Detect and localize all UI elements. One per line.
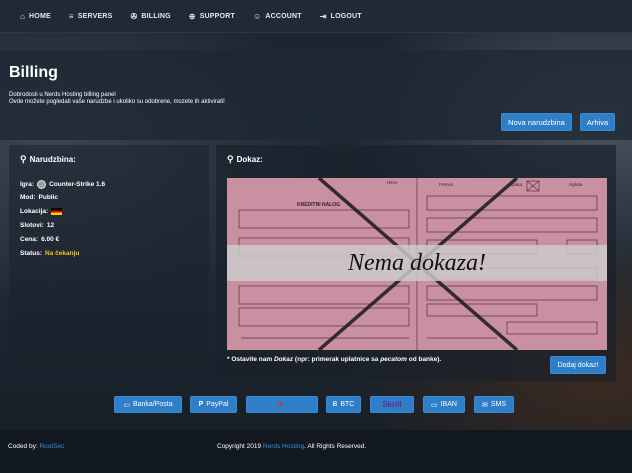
- nav-servers[interactable]: ≡ SERVERS: [69, 12, 113, 21]
- pay-paypal-label: PayPal: [206, 401, 229, 408]
- nav-billing-label: BILLING: [141, 12, 171, 20]
- proof-note: * Ostavite nam Dokaz (npr: primerak upla…: [227, 356, 441, 363]
- slip-label-prenos: Prenos: [439, 182, 454, 187]
- price-label: Cena:: [20, 236, 39, 243]
- slots-value: 12: [46, 222, 55, 229]
- status-label: Status:: [20, 250, 43, 257]
- status-badge: Na čekanju: [45, 250, 80, 257]
- intro-text-1: Dobrodosli u Nerds Hosting billing panel: [9, 92, 116, 98]
- archive-button[interactable]: Arhiva: [580, 113, 615, 131]
- add-proof-button[interactable]: Dodaj dokaz!: [550, 356, 606, 374]
- germany-flag-icon: [51, 208, 63, 215]
- order-section-title: ⚲ Narudzbina:: [20, 154, 76, 165]
- paypal-icon: P: [198, 401, 204, 408]
- game-value: Counter-Strike 1.6: [49, 181, 106, 188]
- nav-support-label: SUPPORT: [199, 12, 235, 20]
- game-label: Igra:: [20, 181, 35, 188]
- nav-home-label: HOME: [29, 12, 51, 20]
- order-mod-row: Mod: Public: [20, 194, 58, 201]
- footer: [0, 430, 632, 473]
- order-title-text: Narudzbina:: [29, 155, 76, 164]
- copyright-prefix: Copyright 2019: [217, 443, 263, 450]
- slip-label-hitno: Hitno: [387, 180, 398, 185]
- card-icon: ■: [278, 401, 283, 408]
- nav-servers-label: SERVERS: [77, 12, 113, 20]
- mod-label: Mod:: [20, 194, 36, 201]
- pay-iban-button[interactable]: ▭ IBAN: [423, 396, 465, 413]
- order-status-row: Status: Na čekanju: [20, 250, 79, 257]
- pay-bank-label: Banka/Posta: [132, 401, 173, 408]
- user-icon: ☺: [252, 11, 262, 21]
- pay-sms-button[interactable]: ✉ SMS: [474, 396, 514, 413]
- footer-coded-by: Coded by: RootSec: [8, 443, 64, 450]
- note-mid: (npr: primerak uplatnice sa: [293, 356, 381, 363]
- note-em-dokaz: Dokaz: [273, 356, 294, 363]
- nav-account-label: ACCOUNT: [265, 12, 302, 20]
- pay-sms-label: SMS: [490, 401, 507, 408]
- cart-icon: ✇: [130, 11, 138, 21]
- nav-logout[interactable]: ⇥ LOGOUT: [320, 12, 362, 21]
- note-prefix: * Ostavite nam: [227, 356, 274, 363]
- location-label: Lokacija:: [20, 208, 49, 215]
- pay-bank-button[interactable]: ▭ Banka/Posta: [114, 396, 182, 413]
- coder-link[interactable]: RootSec: [39, 443, 64, 450]
- proof-section-title: ⚲ Dokaz:: [227, 154, 263, 165]
- support-icon: ⊕: [188, 11, 196, 21]
- pay-skrill-button[interactable]: Skrill: [370, 396, 414, 413]
- order-slots-row: Slotovi: 12: [20, 222, 54, 229]
- page-title: Billing: [9, 64, 58, 81]
- top-navbar: ⌂ HOME ≡ SERVERS ✇ BILLING ⊕ SUPPORT ☺ A…: [0, 0, 632, 33]
- nav-logout-label: LOGOUT: [330, 12, 362, 20]
- iban-icon: ▭: [431, 401, 438, 409]
- order-price-row: Cena: 6.00 €: [20, 236, 59, 243]
- price-value: 6.00 €: [41, 236, 60, 243]
- mod-value: Public: [38, 194, 59, 201]
- slip-label-isplata: Isplata: [569, 182, 583, 187]
- nav-billing[interactable]: ✇ BILLING: [130, 12, 170, 21]
- order-location-row: Lokacija:: [20, 208, 63, 215]
- intro-text-2: Ovde možete pogledati vaše narudzbe i uk…: [9, 99, 225, 105]
- proof-title-text: Dokaz:: [236, 155, 263, 164]
- no-proof-overlay: Nema dokaza!: [227, 245, 607, 281]
- game-icon: [37, 180, 47, 189]
- pay-skrill-label: Skrill: [382, 400, 402, 409]
- pay-card-button[interactable]: ■: [246, 396, 318, 413]
- footer-copyright: Copyright 2019 Nerds Hosting. All Rights…: [217, 443, 366, 450]
- slip-title: KREDITNI NALOG: [297, 202, 341, 208]
- copyright-suffix: . All Rights Reserved.: [304, 443, 367, 450]
- brand-link[interactable]: Nerds Hosting: [263, 443, 304, 450]
- pay-btc-label: BTC: [340, 401, 355, 408]
- nav-support[interactable]: ⊕ SUPPORT: [189, 12, 235, 21]
- order-game-row: Igra: Counter-Strike 1.6: [20, 180, 105, 189]
- slip-label-uplata: Uplata: [509, 182, 523, 187]
- nav-home[interactable]: ⌂ HOME: [20, 12, 51, 21]
- logout-icon: ⇥: [319, 11, 327, 21]
- bank-icon: ▭: [123, 401, 130, 409]
- coded-by-label: Coded by:: [8, 443, 40, 450]
- new-order-button[interactable]: Nova narudzbina: [501, 113, 572, 131]
- note-em-pecatom: pecatom: [380, 356, 407, 363]
- pay-paypal-button[interactable]: P PayPal: [190, 396, 237, 413]
- server-icon: ≡: [68, 11, 74, 21]
- slots-label: Slotovi:: [20, 222, 44, 229]
- bitcoin-icon: Ƀ: [332, 401, 338, 408]
- nav-account[interactable]: ☺ ACCOUNT: [253, 12, 302, 21]
- pay-btc-button[interactable]: Ƀ BTC: [326, 396, 361, 413]
- pin-icon: ⚲: [227, 154, 234, 164]
- note-suffix: od banke).: [406, 356, 442, 363]
- sms-icon: ✉: [481, 401, 488, 409]
- home-icon: ⌂: [20, 11, 26, 21]
- pin-icon: ⚲: [20, 154, 27, 164]
- pay-iban-label: IBAN: [440, 401, 457, 408]
